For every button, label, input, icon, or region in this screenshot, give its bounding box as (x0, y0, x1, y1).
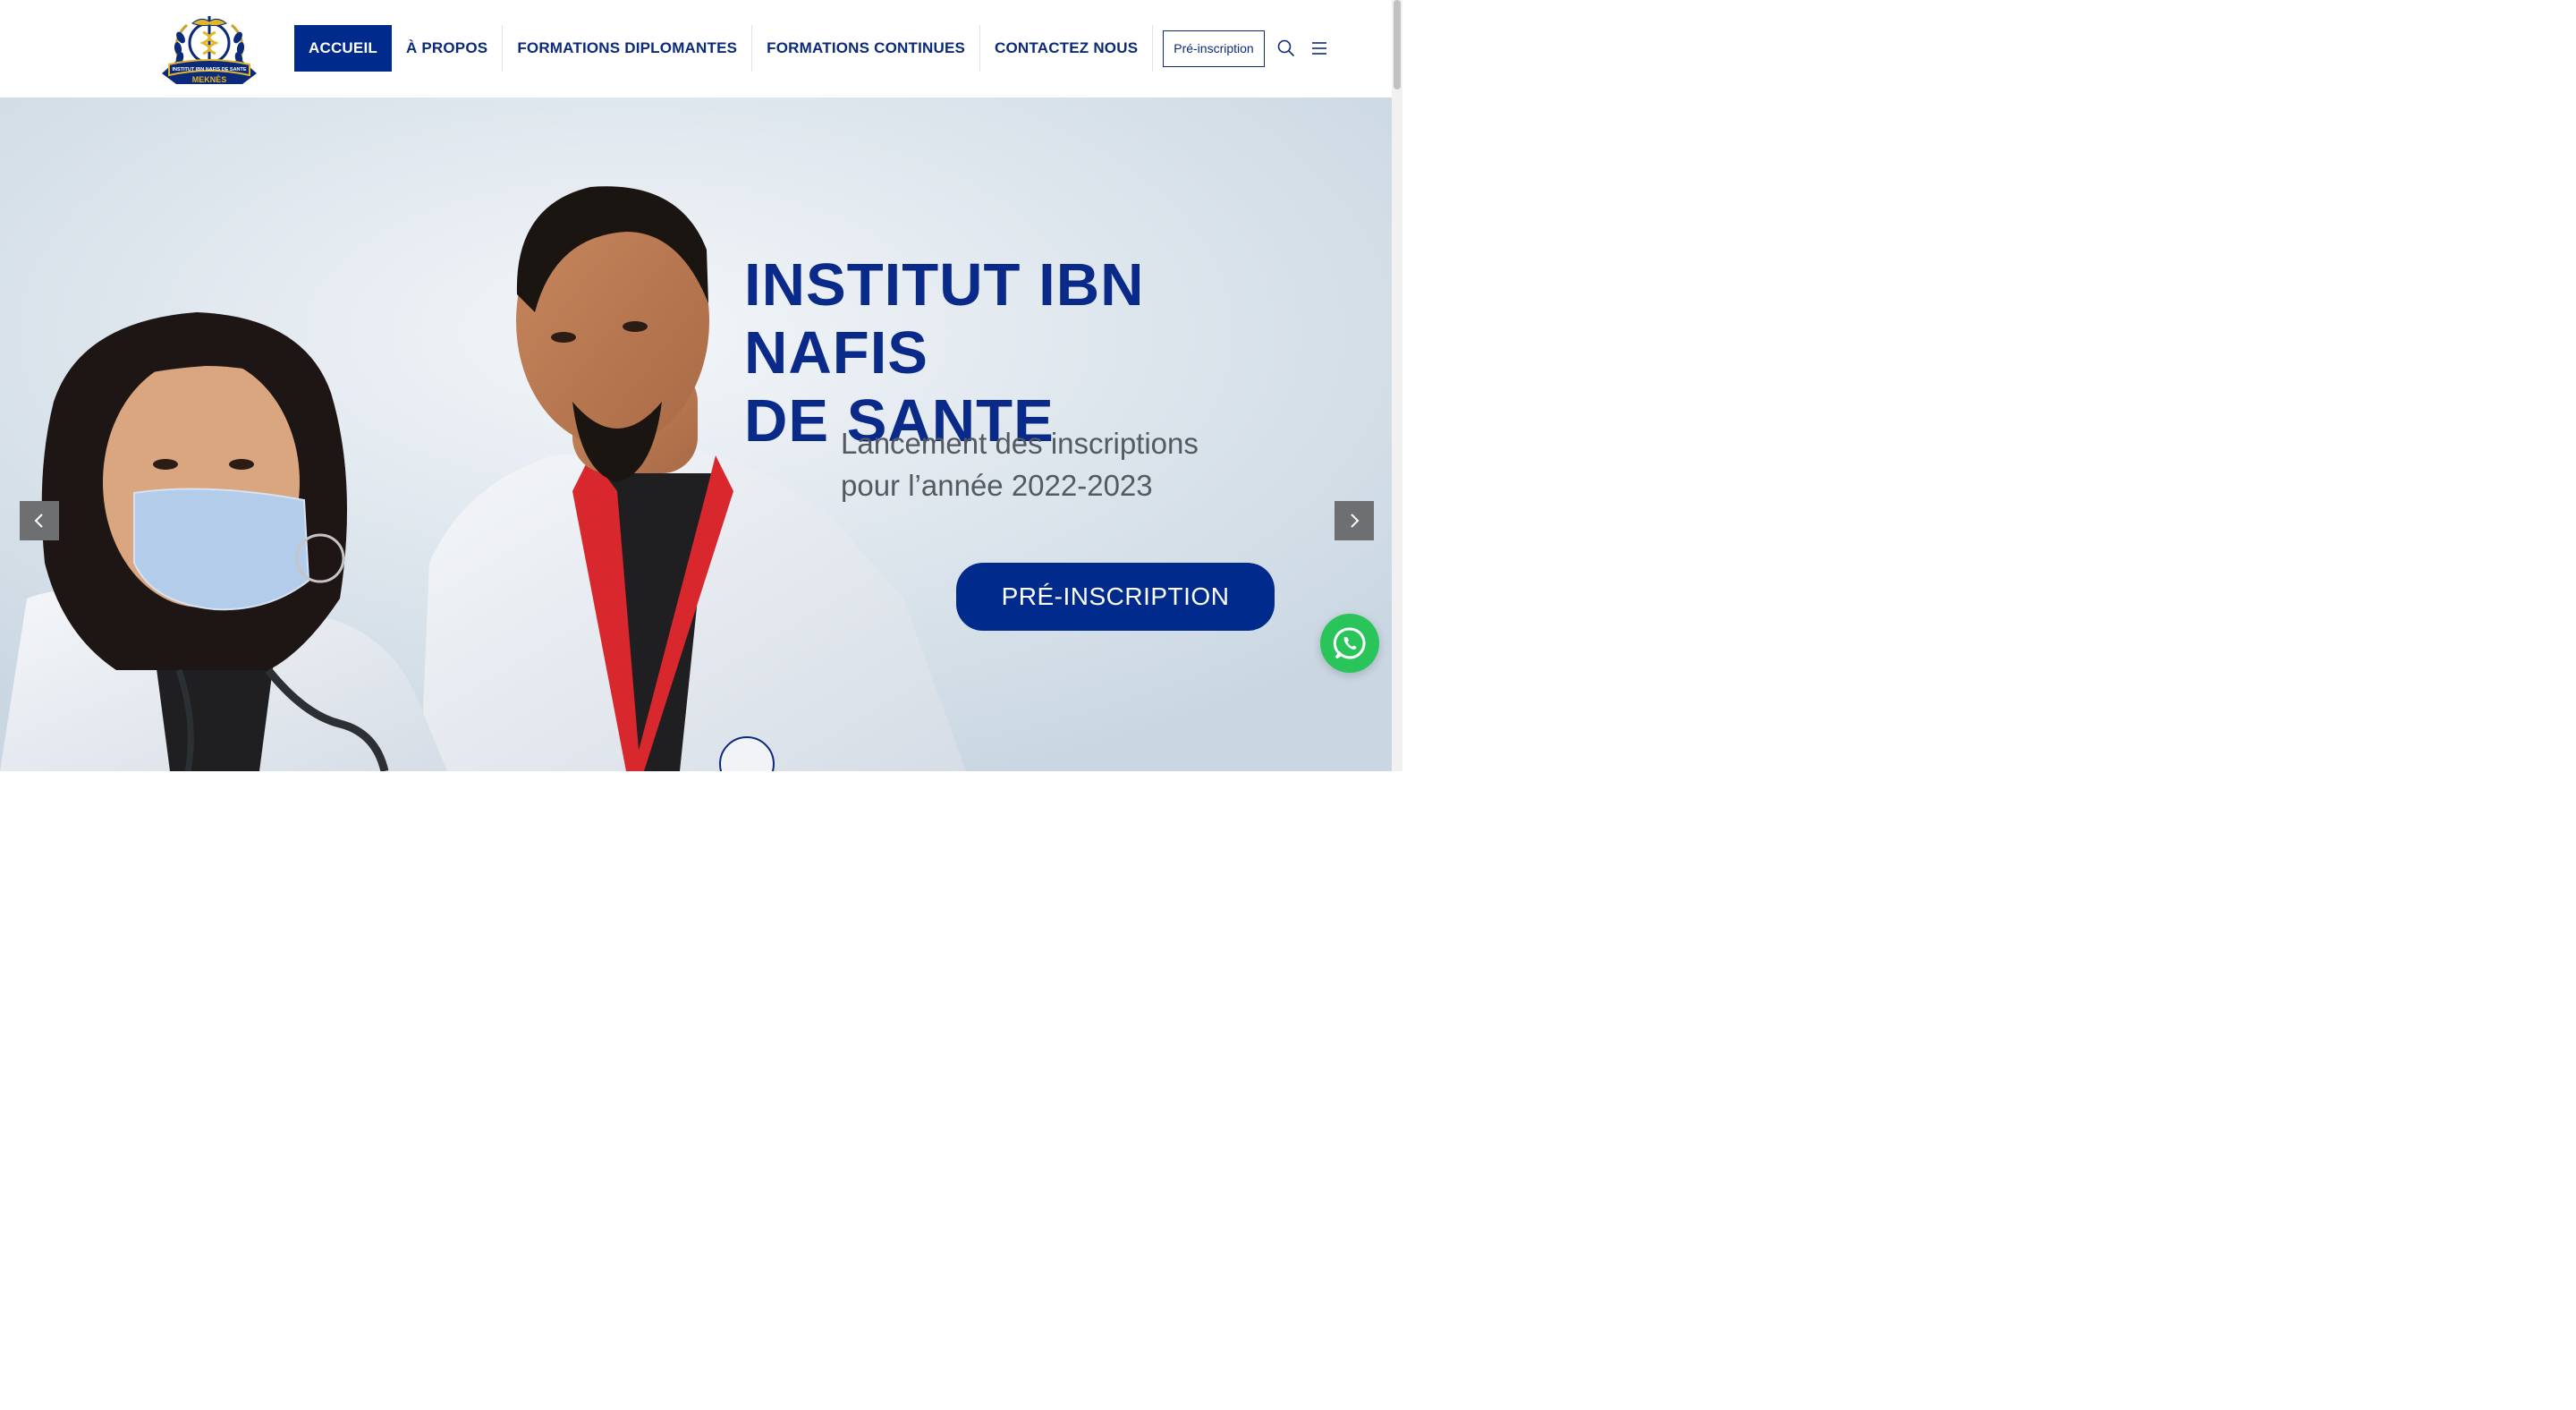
logo-emblem-icon: INSTITUT IBN NAFIS DE SANTE MEKNÈS (162, 16, 257, 84)
site-logo[interactable]: INSTITUT IBN NAFIS DE SANTE MEKNÈS (157, 9, 262, 88)
whatsapp-icon (1333, 627, 1366, 659)
search-icon[interactable] (1275, 37, 1298, 60)
nav-item-formations-diplomantes[interactable]: FORMATIONS DIPLOMANTES (503, 25, 751, 72)
hero-subtitle: Lancement des inscriptions pour l’année … (841, 422, 1261, 506)
chevron-left-icon (34, 514, 43, 528)
svg-text:MEKNÈS: MEKNÈS (192, 75, 227, 84)
hero-slider: INSTITUT IBN NAFIS DE SANTE Lancement de… (0, 98, 1392, 771)
slider-prev-button[interactable] (20, 501, 59, 540)
hero-subtitle-line2: pour l’année 2022-2023 (841, 469, 1153, 502)
preinscription-button[interactable]: Pré-inscription (1163, 30, 1265, 67)
svg-text:INSTITUT IBN NAFIS DE SANTE: INSTITUT IBN NAFIS DE SANTE (172, 67, 246, 72)
hamburger-menu-icon[interactable] (1308, 37, 1331, 60)
nav-divider (1152, 25, 1154, 72)
main-nav: ACCUEIL À PROPOS FORMATIONS DIPLOMANTES … (294, 25, 1331, 72)
page: INSTITUT IBN NAFIS DE SANTE MEKNÈS ACCUE… (0, 0, 1402, 771)
hero-subtitle-line1: Lancement des inscriptions (841, 427, 1199, 460)
nav-item-contactez-nous[interactable]: CONTACTEZ NOUS (980, 25, 1152, 72)
site-header: INSTITUT IBN NAFIS DE SANTE MEKNÈS ACCUE… (0, 0, 1392, 98)
hero-preinscription-button[interactable]: PRÉ-INSCRIPTION (956, 563, 1275, 631)
nav-item-a-propos[interactable]: À PROPOS (392, 25, 502, 72)
whatsapp-chat-button[interactable] (1320, 614, 1379, 673)
nav-item-accueil[interactable]: ACCUEIL (294, 25, 392, 72)
slider-next-button[interactable] (1335, 501, 1374, 540)
hero-title-line1: INSTITUT IBN NAFIS (744, 251, 1145, 386)
page-scrollbar[interactable] (1392, 0, 1402, 771)
chevron-right-icon (1351, 514, 1360, 528)
scrollbar-thumb[interactable] (1394, 0, 1401, 89)
nav-item-formations-continues[interactable]: FORMATIONS CONTINUES (752, 25, 979, 72)
